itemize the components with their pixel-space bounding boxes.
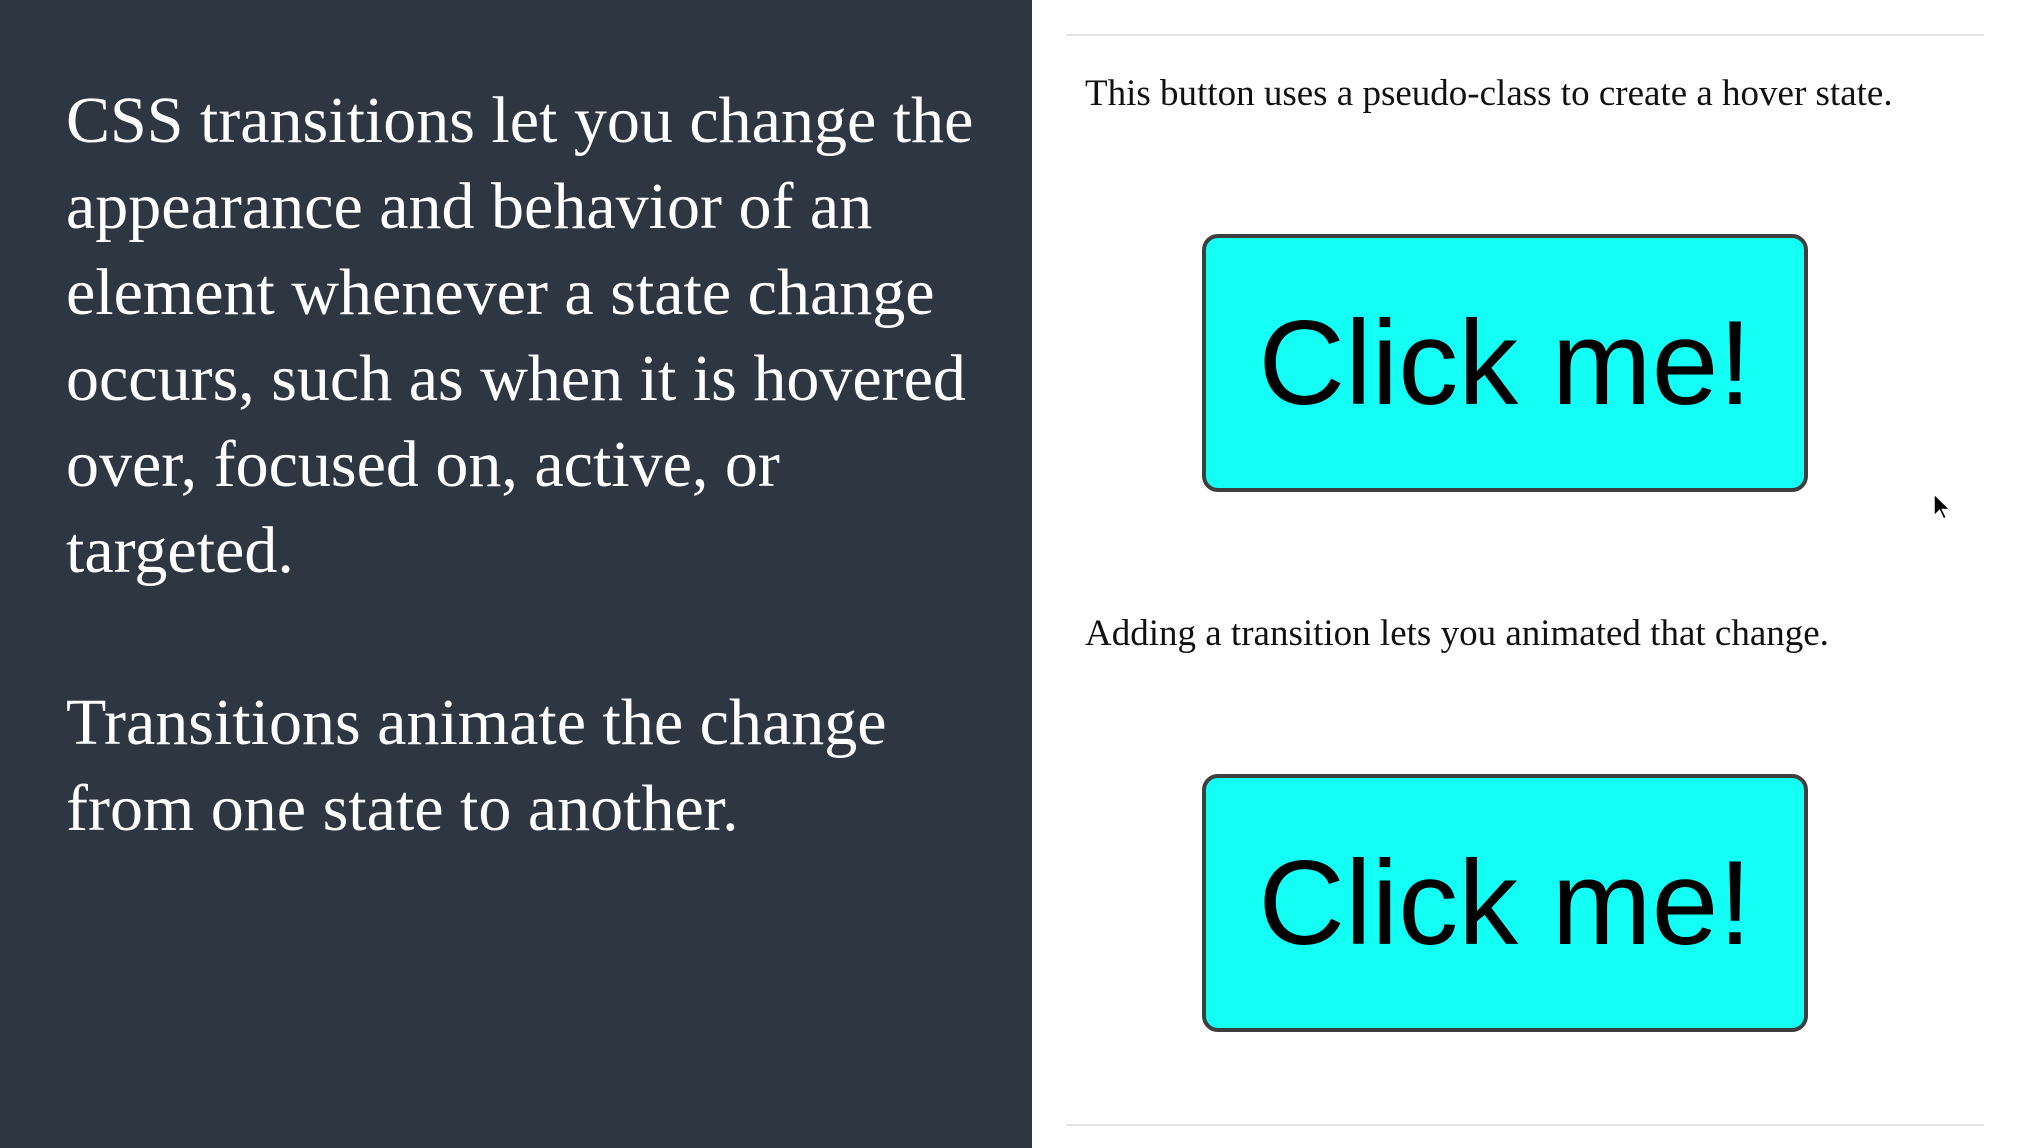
slide-transition-text: Transitions animate the change from one … <box>66 686 887 845</box>
demo-bottom-divider <box>1066 1124 1984 1126</box>
slide: CSS transitions let you change the appea… <box>0 0 2040 1148</box>
demo-caption-transition: Adding a transition lets you animated th… <box>1085 613 1829 654</box>
hover-demo-button[interactable]: Click me! <box>1202 234 1808 492</box>
demo-caption-hover: This button uses a pseudo-class to creat… <box>1085 73 1893 114</box>
demo-top-divider <box>1066 34 1984 36</box>
mouse-pointer-icon <box>1933 492 1952 521</box>
slide-intro-text: CSS transitions let you change the appea… <box>66 84 974 587</box>
transition-demo-button[interactable]: Click me! <box>1202 774 1808 1032</box>
